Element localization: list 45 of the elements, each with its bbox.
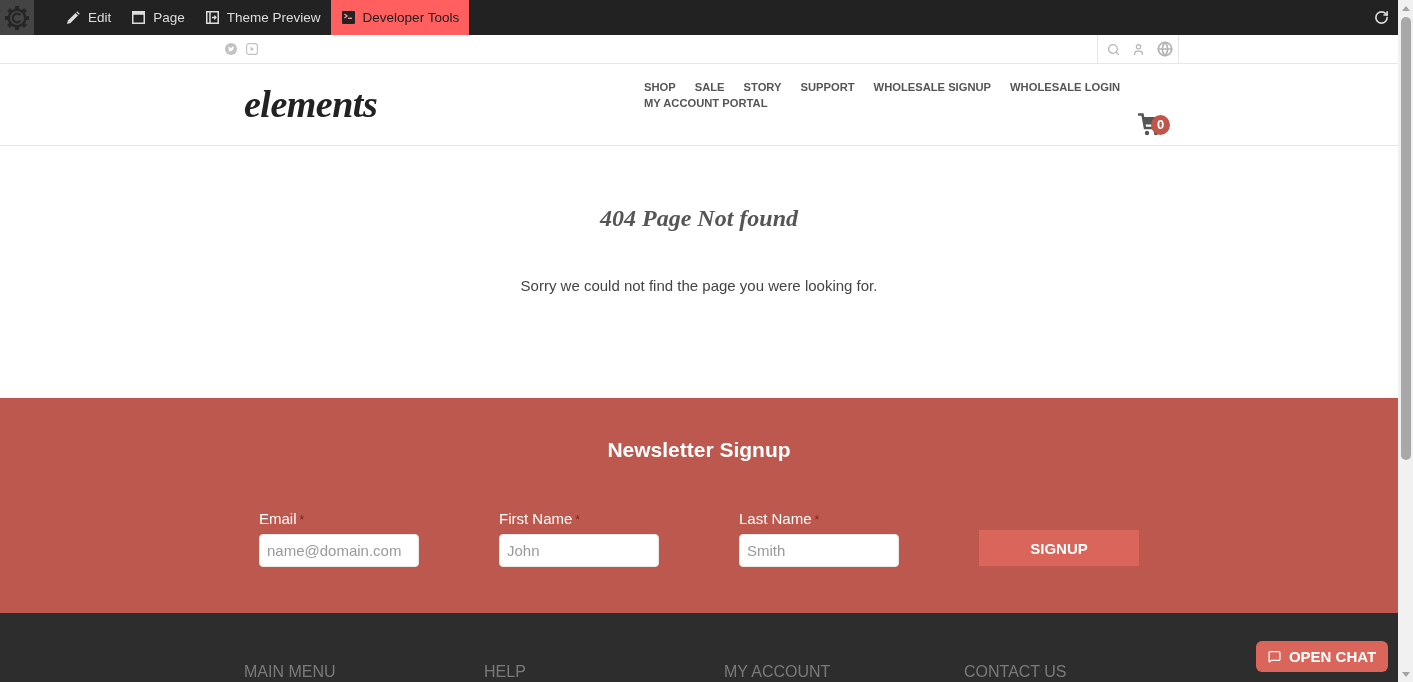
required-mark: *: [814, 513, 820, 527]
error-message: Sorry we could not find the page you were looking for.: [520, 277, 878, 295]
required-mark: *: [299, 513, 305, 527]
input-field[interactable]: name@domain.com: [259, 534, 419, 567]
toolbar-tab[interactable]: Theme Preview: [194, 0, 331, 35]
toolbar-tab[interactable]: Edit: [55, 0, 122, 35]
cart-count-badge: 0: [1151, 115, 1170, 135]
user-icon[interactable]: [1132, 42, 1145, 56]
signup-button[interactable]: SIGNUP: [979, 530, 1139, 566]
input-field[interactable]: Smith: [739, 534, 899, 567]
nav-link[interactable]: SHOP: [644, 80, 676, 94]
play-icon[interactable]: [246, 43, 258, 55]
page-title: 404 Page Not found: [600, 204, 798, 233]
toolbar-tab[interactable]: Developer Tools: [330, 0, 470, 35]
open-chat-button[interactable]: OPEN CHAT: [1256, 641, 1388, 672]
field-label: First Name: [499, 510, 573, 528]
nav-link[interactable]: WHOLESALE SIGNUP: [873, 80, 992, 94]
footer-heading: MY ACCOUNT: [724, 663, 831, 681]
nav-link[interactable]: MY ACCOUNT PORTAL: [644, 96, 768, 110]
chat-icon: [1267, 650, 1281, 663]
search-icon[interactable]: [1107, 42, 1120, 56]
nav-link[interactable]: STORY: [743, 80, 782, 94]
toolbar-tab[interactable]: Page: [121, 0, 195, 35]
required-mark: *: [575, 513, 580, 527]
newsletter-title: Newsletter Signup: [607, 437, 791, 463]
footer-heading: CONTACT US: [964, 663, 1067, 681]
pencil-icon: [66, 10, 80, 25]
field-label: Email: [259, 510, 297, 528]
nav-link[interactable]: SALE: [694, 80, 725, 94]
site-logo[interactable]: elements: [244, 81, 378, 126]
refresh-icon[interactable]: [1374, 10, 1389, 25]
terminal-icon: [341, 11, 355, 24]
input-field[interactable]: John: [499, 534, 659, 567]
globe-icon[interactable]: [1157, 41, 1173, 57]
field-label: Last Name: [739, 510, 812, 528]
bird-icon[interactable]: [225, 43, 237, 55]
footer-heading: MAIN MENU: [244, 663, 336, 681]
gear-logo-icon[interactable]: [0, 0, 34, 35]
scrollbar-thumb[interactable]: [1400, 17, 1411, 460]
nav-link[interactable]: WHOLESALE LOGIN: [1010, 80, 1121, 94]
scroll-down-icon[interactable]: [1401, 672, 1410, 677]
scroll-up-icon[interactable]: [1401, 6, 1410, 11]
window-icon: [132, 11, 146, 24]
nav-link[interactable]: SUPPORT: [800, 80, 855, 94]
footer-heading: HELP: [484, 663, 526, 681]
